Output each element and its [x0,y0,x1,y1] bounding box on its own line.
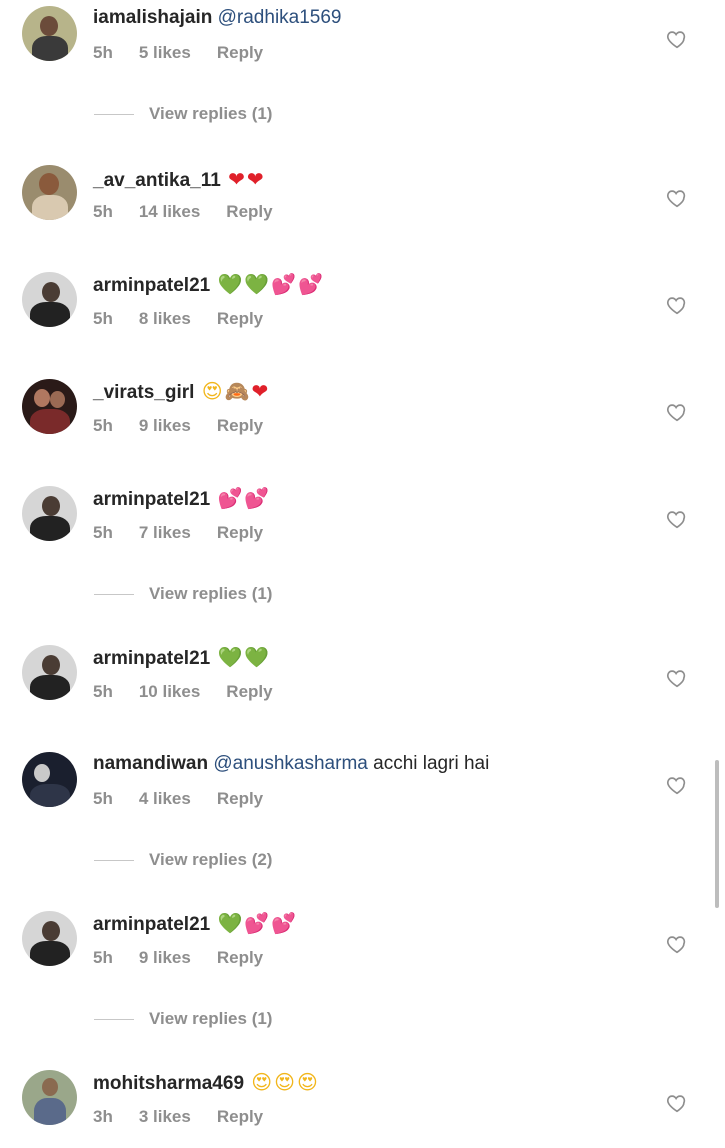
heart-outline-icon[interactable] [666,1092,688,1114]
reply-button[interactable]: Reply [217,416,263,435]
reply-button[interactable]: Reply [217,523,263,542]
username[interactable]: arminpatel21 [93,648,210,669]
two-hearts-emoji: 💕 [298,272,324,296]
view-replies-button[interactable]: View replies (1) [94,582,394,606]
mention-link[interactable]: @radhika1569 [218,7,342,28]
likes-count[interactable]: 5 likes [139,43,191,62]
heart-eyes-emoji: 😍 [201,379,223,403]
comment-item: arminpatel21 💚 💚 💕 💕 5h 8 likes Reply [0,270,725,350]
divider-line [94,1019,134,1020]
likes-count[interactable]: 14 likes [139,202,200,221]
heart-outline-icon[interactable] [666,28,688,50]
username[interactable]: arminpatel21 [93,489,210,510]
avatar[interactable] [22,1070,77,1125]
username[interactable]: _virats_girl [93,382,194,403]
two-hearts-emoji: 💕 [217,486,243,510]
heart-outline-icon[interactable] [666,933,688,955]
two-hearts-emoji: 💕 [244,911,270,935]
heart-outline-icon[interactable] [666,187,688,209]
avatar[interactable] [22,645,77,700]
likes-count[interactable]: 9 likes [139,416,191,435]
avatar[interactable] [22,486,77,541]
divider-line [94,860,134,861]
comment-item: _av_antika_11 ❤ ❤ 5h 14 likes Reply [0,163,725,243]
see-no-evil-monkey-emoji: 🙈 [224,379,250,403]
view-replies-label[interactable]: View replies (1) [149,102,272,126]
reply-button[interactable]: Reply [217,309,263,328]
avatar[interactable] [22,911,77,966]
heart-outline-icon[interactable] [666,294,688,316]
likes-count[interactable]: 4 likes [139,789,191,808]
green-heart-emoji: 💚 [244,645,270,669]
red-heart-emoji: ❤ [228,167,245,191]
timestamp: 5h [93,309,113,328]
comment-item: mohitsharma469 😍 😍 😍 3h 3 likes Reply [0,1068,725,1148]
avatar[interactable] [22,752,77,807]
heart-outline-icon[interactable] [666,774,688,796]
avatar[interactable] [22,272,77,327]
green-heart-emoji: 💚 [217,272,243,296]
likes-count[interactable]: 10 likes [139,682,200,701]
green-heart-emoji: 💚 [217,911,243,935]
username[interactable]: _av_antika_11 [93,170,221,191]
username[interactable]: mohitsharma469 [93,1073,244,1094]
reply-button[interactable]: Reply [217,1107,263,1126]
avatar[interactable] [22,6,77,61]
timestamp: 5h [93,523,113,542]
heart-outline-icon[interactable] [666,667,688,689]
view-replies-label[interactable]: View replies (2) [149,848,272,872]
likes-count[interactable]: 9 likes [139,948,191,967]
username[interactable]: namandiwan [93,753,208,774]
view-replies-button[interactable]: View replies (1) [94,102,394,126]
reply-button[interactable]: Reply [217,948,263,967]
scrollbar[interactable] [715,760,719,908]
view-replies-button[interactable]: View replies (1) [94,1007,394,1031]
green-heart-emoji: 💚 [244,272,270,296]
likes-count[interactable]: 3 likes [139,1107,191,1126]
timestamp: 5h [93,789,113,808]
avatar[interactable] [22,165,77,220]
view-replies-label[interactable]: View replies (1) [149,1007,272,1031]
comment-item: namandiwan @anushkasharma acchi lagri ha… [0,750,725,830]
timestamp: 5h [93,43,113,62]
timestamp: 5h [93,948,113,967]
comment-item: arminpatel21 💕 💕 5h 7 likes Reply [0,484,725,564]
reply-button[interactable]: Reply [217,43,263,62]
two-hearts-emoji: 💕 [271,272,297,296]
red-heart-emoji: ❤ [246,167,264,191]
heart-outline-icon[interactable] [666,401,688,423]
timestamp: 3h [93,1107,113,1126]
divider-line [94,594,134,595]
comment-item: iamalishajain @radhika1569 5h 5 likes Repl… [0,4,725,84]
heart-eyes-emoji: 😍 [251,1070,273,1094]
reply-button[interactable]: Reply [226,202,272,221]
comment-item: arminpatel21 💚 💕 💕 5h 9 likes Reply [0,909,725,989]
heart-outline-icon[interactable] [666,508,688,530]
timestamp: 5h [93,416,113,435]
comment-text: acchi lagri hai [373,753,490,774]
reply-button[interactable]: Reply [217,789,263,808]
reply-button[interactable]: Reply [226,682,272,701]
likes-count[interactable]: 7 likes [139,523,191,542]
mention-link[interactable]: @anushkasharma [213,753,367,774]
likes-count[interactable]: 8 likes [139,309,191,328]
view-replies-label[interactable]: View replies (1) [149,582,272,606]
red-heart-emoji: ❤ [251,379,269,403]
timestamp: 5h [93,202,113,221]
username[interactable]: arminpatel21 [93,275,210,296]
heart-eyes-emoji: 😍 [297,1070,318,1094]
username[interactable]: arminpatel21 [93,914,210,935]
two-hearts-emoji: 💕 [271,911,297,935]
comment-item: arminpatel21 💚 💚 5h 10 likes Reply [0,643,725,723]
comment-item: _virats_girl 😍 🙈 ❤ 5h 9 likes Reply [0,377,725,457]
timestamp: 5h [93,682,113,701]
divider-line [94,114,134,115]
two-hearts-emoji: 💕 [244,486,270,510]
green-heart-emoji: 💚 [217,645,243,669]
avatar[interactable] [22,379,77,434]
username[interactable]: iamalishajain [93,7,212,28]
view-replies-button[interactable]: View replies (2) [94,848,394,872]
heart-eyes-emoji: 😍 [274,1070,296,1094]
